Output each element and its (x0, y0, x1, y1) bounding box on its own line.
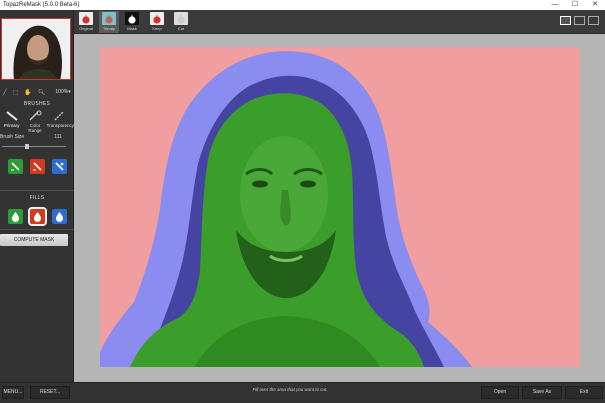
apple-icon (105, 14, 113, 24)
brush-size-label: Brush Size (0, 134, 25, 140)
brush-size-value: 111 (54, 134, 62, 140)
single-view-icon[interactable] (560, 16, 571, 25)
sidebar: ╱ ⬚ ✋ 🔍︎ 100%▾ BRUSHES Primary Color Ran… (0, 10, 74, 382)
brush-types: Primary Color Range Transparency (0, 109, 74, 133)
color-range-brush-icon (29, 110, 42, 121)
mode-keep-label: Keep (152, 26, 162, 31)
view-layout-buttons (560, 16, 599, 25)
minimize-button[interactable]: — (545, 0, 565, 10)
view-tools: ╱ ⬚ ✋ 🔍︎ 100%▾ (0, 86, 74, 98)
window-controls: — ☐ ✕ (545, 0, 605, 10)
reset-button[interactable]: RESET... (30, 386, 70, 399)
right-eye (300, 180, 316, 188)
slider-track (2, 146, 66, 147)
fills-heading: FILLS (29, 195, 45, 201)
title-bar: TopazReMask (5.0.0 Beta-6) — ☐ ✕ (0, 0, 605, 10)
brush-color-buttons (0, 159, 74, 174)
hint-text: Fill over the area that you want to cut. (252, 387, 328, 392)
maximize-button[interactable]: ☐ (565, 0, 585, 10)
menu-button[interactable]: MENU... (2, 386, 24, 399)
mode-keep[interactable]: Keep (147, 11, 167, 33)
cut-brush-button[interactable] (29, 159, 45, 174)
apple-icon (128, 14, 136, 24)
zoom-select[interactable]: 100%▾ (55, 89, 70, 95)
marquee-icon[interactable]: ⬚ (13, 89, 19, 96)
compute-brush-icon (54, 162, 64, 171)
brush-primary-label: Primary (3, 123, 20, 128)
cut-fill-button[interactable] (27, 207, 47, 226)
compute-fill-icon (55, 212, 63, 222)
mode-original[interactable]: Original (76, 11, 96, 33)
keep-fill-icon (11, 212, 19, 222)
transparency-brush-icon (54, 111, 64, 121)
zoom-icon[interactable]: 🔍︎ (38, 89, 46, 96)
apple-icon (82, 14, 90, 24)
left-eye (252, 180, 268, 188)
open-button[interactable]: Open (481, 386, 519, 399)
apple-icon (153, 14, 161, 24)
brush-color-range[interactable]: Color Range (23, 109, 46, 133)
primary-brush-icon (6, 111, 18, 121)
exit-button[interactable]: Exit (565, 386, 603, 399)
slider-handle[interactable] (25, 144, 29, 149)
cut-fill-icon (33, 212, 41, 222)
close-button[interactable]: ✕ (585, 0, 605, 10)
divider (0, 229, 74, 230)
mode-mask-label: Mask (127, 26, 137, 31)
divider (0, 190, 74, 191)
navigator-thumbnail[interactable] (1, 18, 71, 80)
mode-mask[interactable]: Mask (122, 11, 142, 33)
keep-brush-icon (10, 162, 20, 171)
mode-cut[interactable]: Cut (171, 11, 191, 33)
mode-original-label: Original (79, 26, 93, 31)
brush-size-slider[interactable] (2, 144, 66, 150)
compute-fill-button[interactable] (51, 209, 67, 224)
compute-mask-button[interactable]: COMPUTE MASK (0, 234, 68, 246)
hand-icon[interactable]: ✋ (24, 89, 31, 96)
save-as-button[interactable]: Save As (522, 386, 562, 399)
compute-brush-button[interactable] (51, 159, 67, 174)
apple-icon (177, 14, 185, 24)
keep-fill-button[interactable] (7, 209, 23, 224)
brush-transparency-label: Transparency (46, 123, 75, 128)
mode-trimap[interactable]: Trimap (99, 11, 119, 33)
image-canvas[interactable] (74, 34, 605, 382)
masked-image[interactable] (74, 34, 605, 382)
dual-view-icon[interactable] (588, 16, 599, 25)
view-mode-toolbar: Original Trimap Mask Keep Cut (74, 10, 605, 34)
brush-color-range-label: Color Range (28, 123, 42, 133)
brush-size-row: Brush Size 111 (0, 134, 74, 142)
split-view-icon[interactable] (574, 16, 585, 25)
mode-cut-label: Cut (177, 26, 185, 31)
cut-brush-icon (32, 162, 42, 171)
bottom-bar: MENU... RESET... Fill over the area that… (0, 382, 605, 403)
mode-trimap-label: Trimap (102, 26, 116, 31)
portrait-thumbnail-image (2, 19, 70, 79)
brush-primary[interactable]: Primary (0, 109, 23, 131)
brushes-heading: BRUSHES (23, 101, 51, 107)
keep-brush-button[interactable] (7, 159, 23, 174)
window-title: TopazReMask (5.0.0 Beta-6) (3, 2, 80, 8)
eyedropper-icon[interactable]: ╱ (3, 89, 7, 96)
fill-buttons (0, 207, 74, 226)
brush-transparency[interactable]: Transparency (47, 109, 74, 131)
